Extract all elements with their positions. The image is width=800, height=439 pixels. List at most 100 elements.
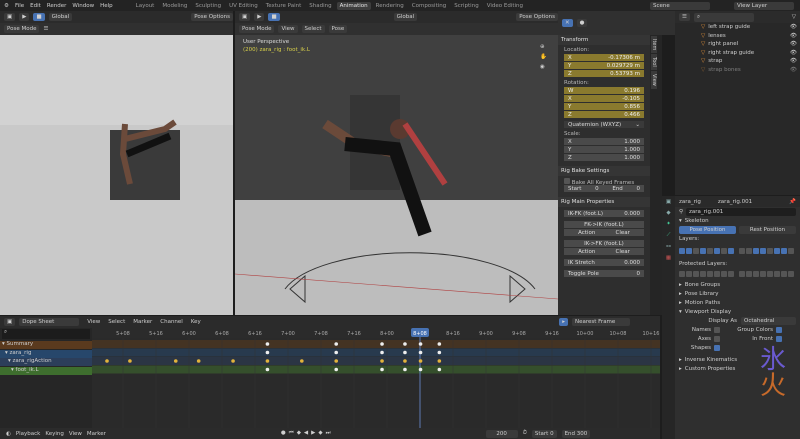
skeleton-section[interactable]: ▾ Skeleton: [675, 216, 800, 225]
armature-tab-icon[interactable]: ✦: [666, 221, 671, 227]
mode-selector[interactable]: Pose Mode: [4, 25, 40, 33]
filter-icon[interactable]: ▽: [792, 14, 800, 20]
display-as-select[interactable]: Octahedral: [741, 316, 796, 325]
layer-toggle[interactable]: [781, 271, 787, 277]
mode-selector[interactable]: Pose Mode: [239, 25, 275, 33]
layer-toggle[interactable]: [679, 271, 685, 277]
outliner-item[interactable]: ▽ lenses 👁: [675, 32, 800, 41]
bone-groups-section[interactable]: ▸ Bone Groups: [675, 280, 800, 289]
clear-button[interactable]: Clear: [616, 249, 630, 255]
only-selected-icon[interactable]: ▸: [559, 318, 568, 326]
menu-help[interactable]: Help: [100, 3, 113, 9]
eye-icon[interactable]: 👁: [790, 67, 800, 73]
rotation-w-field[interactable]: W 0.196: [564, 87, 644, 95]
tab-tool[interactable]: Tool: [651, 54, 657, 71]
rotation-x-field[interactable]: X -0.105: [564, 95, 644, 103]
shapes-checkbox[interactable]: [714, 344, 720, 351]
rotation-y-field[interactable]: Y 0.856: [564, 103, 644, 111]
modifier-tab-icon[interactable]: ◆: [666, 210, 670, 216]
protected-layer-grid[interactable]: [675, 268, 800, 280]
menu-marker[interactable]: Marker: [133, 319, 152, 325]
layer-toggle[interactable]: [760, 271, 766, 277]
gizmo-pan-icon[interactable]: ✋: [540, 54, 547, 60]
play-icon[interactable]: ▶: [311, 430, 315, 437]
layer-toggle[interactable]: [767, 271, 773, 277]
motion-paths-section[interactable]: ▸ Motion Paths: [675, 298, 800, 307]
eye-icon[interactable]: 👁: [790, 58, 800, 64]
channel-row[interactable]: ▾ Summary: [0, 341, 92, 349]
channel-row[interactable]: ▾ zara_rigAction: [0, 358, 92, 366]
channel-search[interactable]: ⌕: [2, 329, 90, 339]
layer-toggle[interactable]: [739, 271, 745, 277]
tab-sculpting[interactable]: Sculpting: [192, 2, 224, 10]
jump-start-icon[interactable]: ⏮: [289, 430, 294, 437]
menu-select[interactable]: Select: [108, 319, 125, 325]
scale-y-field[interactable]: Y 1.000: [564, 146, 644, 154]
in-front-checkbox[interactable]: [776, 335, 782, 342]
layer-toggle[interactable]: [721, 271, 727, 277]
layer-toggle[interactable]: [714, 271, 720, 277]
timeline-editor-icon[interactable]: ◐: [6, 431, 11, 437]
tab-layout[interactable]: Layout: [133, 2, 158, 10]
scene-selector[interactable]: Scene: [650, 1, 710, 10]
pose-menu[interactable]: Pose: [328, 25, 348, 33]
menu-render[interactable]: Render: [47, 3, 67, 9]
tab-video-editing[interactable]: Video Editing: [484, 2, 526, 10]
pose-options-button[interactable]: Pose Options: [191, 13, 233, 21]
transform-orientation[interactable]: Global: [48, 13, 73, 21]
pose-library-section[interactable]: ▸ Pose Library: [675, 289, 800, 298]
menu-key[interactable]: Key: [191, 319, 201, 325]
location-y-field[interactable]: Y 0.029729 m: [564, 62, 644, 70]
play-icon[interactable]: ▶: [254, 13, 265, 21]
eye-icon[interactable]: 👁: [790, 33, 800, 39]
layer-toggle[interactable]: [679, 248, 685, 254]
action-button[interactable]: Action: [578, 230, 595, 236]
ik-to-fk-button[interactable]: IK->FK (foot.L): [564, 240, 644, 248]
layer-toggle[interactable]: [728, 271, 734, 277]
tab-compositing[interactable]: Compositing: [409, 2, 449, 10]
jump-end-icon[interactable]: ⏭: [326, 430, 331, 437]
next-key-icon[interactable]: ◆: [318, 430, 322, 437]
select-mode-button[interactable]: ■: [33, 13, 45, 21]
bone-tab-icon[interactable]: ⟋: [667, 232, 671, 239]
keying-menu[interactable]: Keying: [45, 431, 63, 437]
layer-toggle[interactable]: [693, 271, 699, 277]
eye-icon[interactable]: 👁: [790, 50, 800, 56]
outliner-search[interactable]: ⌕: [693, 12, 754, 22]
eye-icon[interactable]: 👁: [790, 41, 800, 47]
fk-to-ik-button[interactable]: FK->IK (foot.L): [564, 221, 644, 229]
tab-view[interactable]: View: [651, 71, 657, 89]
layer-toggle[interactable]: [788, 248, 794, 254]
layer-toggle[interactable]: [707, 248, 713, 254]
rig-main-section[interactable]: Rig Main Properties: [558, 197, 650, 207]
layer-toggle[interactable]: [781, 248, 787, 254]
camera-viewport[interactable]: [0, 35, 233, 315]
bake-all-checkbox[interactable]: Bake All Keyed Frames: [558, 176, 650, 186]
layer-toggle[interactable]: [728, 248, 734, 254]
menu-icon[interactable]: ☰: [43, 26, 48, 32]
location-z-field[interactable]: Z 0.53793 m: [564, 70, 644, 78]
layer-toggle[interactable]: [739, 248, 745, 254]
overlay-icon[interactable]: ✕: [562, 19, 573, 27]
view-layer-selector[interactable]: View Layer: [734, 1, 794, 10]
bake-range[interactable]: Start 0 End 0: [564, 185, 644, 193]
layer-toggle[interactable]: [746, 248, 752, 254]
layer-toggle[interactable]: [767, 248, 773, 254]
view-menu[interactable]: View: [69, 431, 82, 437]
select-mode-button[interactable]: ■: [268, 13, 280, 21]
dope-sheet-keyframes[interactable]: 5+08 5+16 6+00 6+08 6+16 7+00 7+08 7+16 8+00 8+08…: [92, 328, 660, 428]
current-frame-field[interactable]: 200: [485, 429, 518, 438]
record-icon[interactable]: ●: [281, 430, 286, 437]
menu-channel[interactable]: Channel: [160, 319, 183, 325]
outliner-item[interactable]: ▽ right strap guide 👁: [675, 49, 800, 58]
eye-icon[interactable]: 👁: [790, 24, 800, 30]
layer-toggle[interactable]: [700, 271, 706, 277]
tab-shading[interactable]: Shading: [306, 2, 334, 10]
group-colors-checkbox[interactable]: [776, 326, 782, 333]
shading-solid-icon[interactable]: ●: [576, 19, 588, 27]
select-menu[interactable]: Select: [301, 25, 325, 33]
tab-item[interactable]: Item: [651, 36, 657, 54]
prev-key-icon[interactable]: ◆: [297, 430, 301, 437]
tab-texture-paint[interactable]: Texture Paint: [263, 2, 305, 10]
constraint-tab-icon[interactable]: ⚯: [666, 244, 671, 250]
